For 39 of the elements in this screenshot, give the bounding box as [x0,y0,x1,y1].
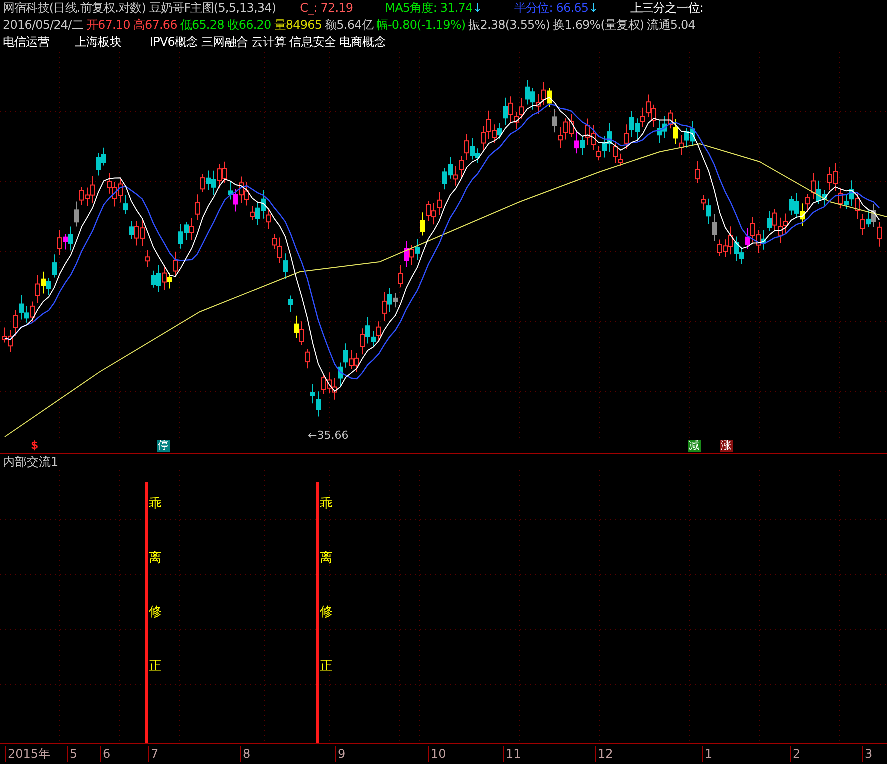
time-axis-label: 7 [148,746,159,762]
time-axis-label: 3 [862,746,873,762]
time-axis-label: 2 [790,746,801,762]
concept-tag: IPV6概念 三网融合 云计算 信息安全 电商概念 [150,34,386,52]
low-price-label: ←35.66 [308,429,349,442]
quote-value: 流通5.04 [647,17,696,34]
time-axis-label: 2015年 [5,746,51,762]
indicator-value: C_: 72.19 [300,0,354,17]
concept-tag: 上海板块 [75,34,150,52]
time-axis-label: 8 [240,746,251,762]
quote-value: 2016/05/24/二 [3,17,84,34]
quote-value: 幅-0.80(-1.19%) [376,17,466,34]
time-axis-label: 12 [595,746,614,762]
indicator-value: 上三分之一位: [630,0,704,17]
time-axis-label: 9 [335,746,346,762]
signal-marker: 减 [688,440,701,452]
time-axis-label: 10 [428,746,446,762]
time-axis-label: 5 [67,746,78,762]
signal-marker: 停 [157,440,170,452]
time-axis-label: 6 [100,746,111,762]
signal-text: 乖离修正 [320,496,333,676]
quote-value: 额5.64亿 [325,17,374,34]
concept-tag: 电信运营 [3,34,75,52]
time-axis-label: 1 [702,746,713,762]
time-axis-label: 11 [503,746,522,762]
quote-value: 量84965 [274,17,322,34]
quote-value: 收66.20 [227,17,272,34]
signal-marker: $ [30,440,40,452]
signal-text: 乖离修正 [149,496,162,676]
panel-title: 内部交流1 [2,454,60,470]
quote-value: 开67.10 [86,17,130,34]
indicator-value: MA5角度: 31.74↓ [385,0,482,17]
quote-value: 高67.66 [133,17,178,34]
quote-value: 换1.69%(量复权) [553,17,644,34]
signal-marker: 涨 [720,440,733,452]
chart-title: 网宿科技(日线.前复权.对数) 豆奶哥F主图(5,5,13,34) [3,0,276,17]
quote-value: 振2.38(3.55%) [468,17,550,34]
quote-value: 低65.28 [180,17,224,34]
indicator-value: 半分位: 66.65↓ [514,0,598,17]
